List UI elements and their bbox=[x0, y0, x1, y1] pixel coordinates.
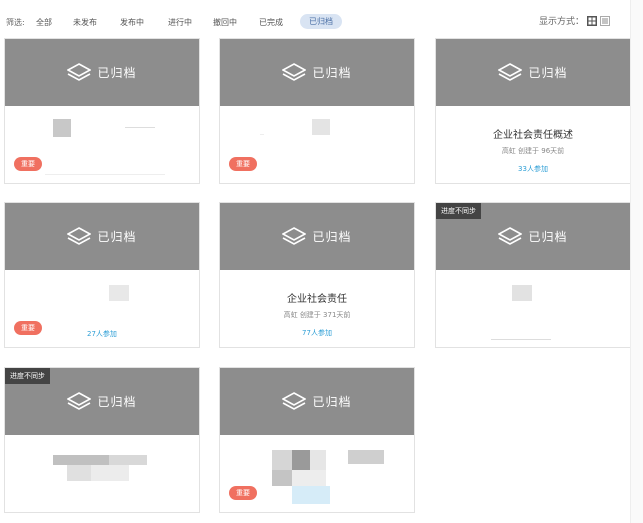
card-cover: 已归档 bbox=[5, 203, 199, 270]
course-card[interactable]: 已归档 重要 bbox=[219, 38, 415, 184]
filter-publishing[interactable]: 发布中 bbox=[120, 17, 144, 28]
filter-bar: 筛选: 全部 未发布 发布中 进行中 撤回中 已完成 已归档 显示方式： bbox=[0, 0, 630, 36]
card-cover: 已归档 bbox=[220, 203, 414, 270]
blurred-content bbox=[109, 285, 129, 301]
archived-label: 已归档 bbox=[97, 230, 137, 244]
blurred-content bbox=[292, 470, 326, 486]
course-card[interactable]: 已归档 重要 bbox=[4, 38, 200, 184]
blurred-content bbox=[512, 285, 532, 301]
participants-count: 77人参加 bbox=[302, 329, 332, 337]
course-card[interactable]: 已归档 企业社会责任概述 高虹 创建于 96天前 33人参加 bbox=[435, 38, 631, 184]
list-view-icon[interactable] bbox=[600, 15, 610, 26]
participants-count: 33人参加 bbox=[518, 165, 548, 173]
layers-icon bbox=[282, 226, 307, 245]
important-badge: 重要 bbox=[14, 157, 42, 171]
filter-in-progress[interactable]: 进行中 bbox=[168, 17, 192, 28]
blurred-content bbox=[125, 127, 155, 128]
archived-label: 已归档 bbox=[97, 395, 137, 409]
card-author: 高虹 bbox=[283, 311, 298, 319]
course-card[interactable]: 已归档 企业社会责任 高虹 创建于 371天前 77人参加 bbox=[219, 202, 415, 348]
blurred-content bbox=[45, 174, 165, 175]
important-badge: 重要 bbox=[14, 321, 42, 335]
blurred-content bbox=[53, 455, 109, 465]
filter-all[interactable]: 全部 bbox=[36, 17, 52, 28]
blurred-content bbox=[260, 134, 264, 135]
filter-archived[interactable]: 已归档 bbox=[300, 14, 342, 29]
card-time: 创建于 96天前 bbox=[518, 147, 565, 155]
filter-unpublished[interactable]: 未发布 bbox=[73, 17, 97, 28]
card-cover: 已归档 bbox=[436, 39, 630, 106]
archived-label: 已归档 bbox=[97, 66, 137, 80]
filter-label: 筛选: bbox=[6, 18, 25, 27]
card-title: 企业社会责任 bbox=[287, 294, 347, 305]
card-title: 企业社会责任概述 bbox=[493, 130, 573, 141]
filter-completed[interactable]: 已完成 bbox=[259, 17, 283, 28]
card-cover: 已归档 bbox=[5, 39, 199, 106]
layers-icon bbox=[498, 62, 523, 81]
blurred-content bbox=[292, 450, 310, 470]
card-meta: 高虹 创建于 96天前 bbox=[436, 146, 630, 156]
blurred-content bbox=[312, 119, 330, 135]
layers-icon bbox=[282, 62, 307, 81]
progress-out-of-sync-tag: 进度不同步 bbox=[5, 368, 50, 384]
card-cover: 已归档 bbox=[220, 39, 414, 106]
important-badge: 重要 bbox=[229, 486, 257, 500]
archived-label: 已归档 bbox=[312, 66, 352, 80]
blurred-content bbox=[53, 119, 71, 137]
grid-view-icon[interactable] bbox=[587, 15, 597, 26]
course-card[interactable]: 已归档 进度不同步 bbox=[4, 367, 200, 513]
layers-icon bbox=[67, 226, 92, 245]
course-card[interactable]: 已归档 重要 bbox=[219, 367, 415, 513]
blurred-content bbox=[292, 486, 330, 504]
archived-label: 已归档 bbox=[528, 66, 568, 80]
blurred-content bbox=[310, 450, 326, 470]
display-mode-label: 显示方式： bbox=[538, 17, 584, 27]
blurred-content bbox=[272, 450, 292, 470]
layers-icon bbox=[498, 226, 523, 245]
course-card[interactable]: 已归档 进度不同步 bbox=[435, 202, 631, 348]
blurred-content bbox=[109, 455, 147, 465]
blurred-content bbox=[348, 450, 384, 464]
scrollbar[interactable] bbox=[630, 0, 643, 523]
card-time: 创建于 371天前 bbox=[299, 311, 351, 319]
participants-count: 27人参加 bbox=[87, 330, 117, 338]
important-badge: 重要 bbox=[229, 157, 257, 171]
display-mode: 显示方式： bbox=[539, 14, 610, 27]
archived-label: 已归档 bbox=[312, 395, 352, 409]
blurred-content bbox=[91, 465, 129, 481]
course-card[interactable]: 已归档 重要 27人参加 bbox=[4, 202, 200, 348]
card-meta: 高虹 创建于 371天前 bbox=[220, 310, 414, 320]
blurred-content bbox=[491, 339, 551, 340]
card-author: 高虹 bbox=[501, 147, 516, 155]
layers-icon bbox=[282, 391, 307, 410]
blurred-content bbox=[67, 465, 91, 481]
layers-icon bbox=[67, 391, 92, 410]
progress-out-of-sync-tag: 进度不同步 bbox=[436, 203, 481, 219]
card-cover: 已归档 bbox=[220, 368, 414, 435]
archived-label: 已归档 bbox=[312, 230, 352, 244]
archived-label: 已归档 bbox=[528, 230, 568, 244]
filter-withdrawing[interactable]: 撤回中 bbox=[213, 17, 237, 28]
blurred-content bbox=[272, 470, 292, 486]
layers-icon bbox=[67, 62, 92, 81]
